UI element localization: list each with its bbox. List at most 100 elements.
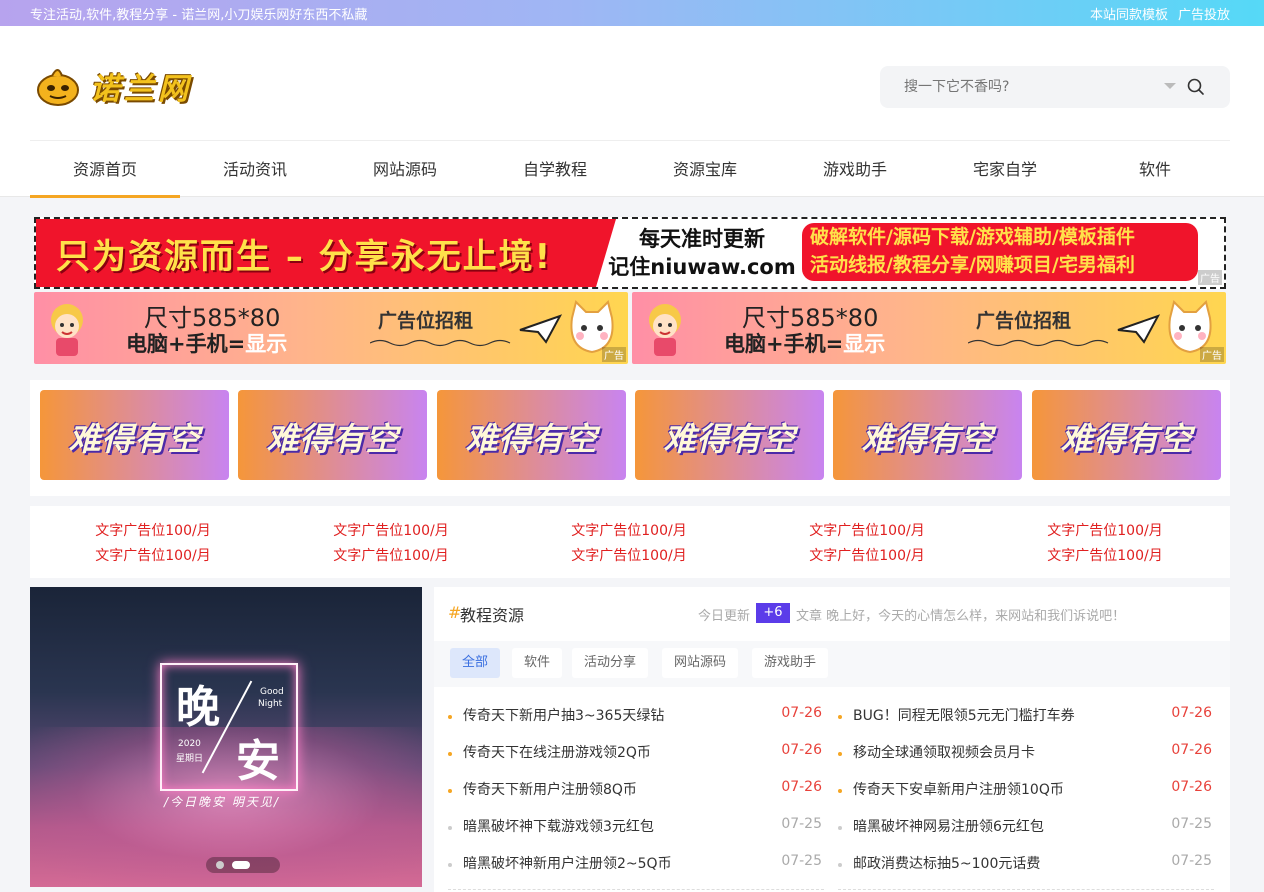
ad-placement-link[interactable]: 广告投放 <box>1178 4 1230 23</box>
post-title[interactable]: 暗黑破坏神新用户注册领2~5Q币 <box>463 853 672 873</box>
ad-tag: 广告 <box>1200 347 1224 362</box>
nav-item-tutorial[interactable]: 自学教程 <box>480 151 630 197</box>
top-ad-banner[interactable]: 只为资源而生 – 分享永无止境! 每天准时更新 记住niuwaw.com 破解软… <box>34 217 1226 289</box>
site-logo[interactable]: 诺兰网 <box>36 62 216 112</box>
post-item[interactable]: 暗黑破坏神下载游戏领3元红包 07-25 <box>448 816 822 852</box>
post-item[interactable]: 传奇天下新用户注册领8Q币 07-26 <box>448 779 822 815</box>
post-title[interactable]: 传奇天下新用户注册领8Q币 <box>463 779 637 799</box>
text-ad-link[interactable]: 文字广告位100/月 <box>34 545 272 565</box>
nav-item-game-helper[interactable]: 游戏助手 <box>780 151 930 197</box>
post-item[interactable]: 暗黑破坏神网易注册领6元红包 07-25 <box>838 816 1212 852</box>
post-date: 07-26 <box>1171 742 1212 758</box>
ad-slot-left[interactable]: 尺寸585*80 电脑+手机=显示 广告位招租 广告 <box>34 292 628 364</box>
text-ad-link[interactable]: 文字广告位100/月 <box>510 520 748 540</box>
nav-item-activity[interactable]: 活动资讯 <box>180 151 330 197</box>
same-template-link[interactable]: 本站同款模板 <box>1090 4 1168 23</box>
site-header: 诺兰网 资源首页 活动资讯 网站源码 自学教程 资源宝库 游戏助手 宅家自学 软… <box>0 26 1264 198</box>
post-title[interactable]: 传奇天下在线注册游戏领2Q币 <box>463 742 651 762</box>
post-item[interactable]: 暗黑破坏神新用户注册领2~5Q币 07-25 <box>448 853 822 889</box>
search-input[interactable] <box>894 66 1164 108</box>
wave-decoration <box>968 339 1109 347</box>
post-title[interactable]: 暗黑破坏神下载游戏领3元红包 <box>463 816 654 836</box>
paper-plane-icon <box>519 314 562 344</box>
main-nav: 资源首页 活动资讯 网站源码 自学教程 资源宝库 游戏助手 宅家自学 软件 <box>30 151 1230 198</box>
ad-tag: 广告 <box>1198 270 1222 285</box>
post-title[interactable]: 邮政消费达标抽5~100元话费 <box>853 853 1040 873</box>
bullet-dot <box>838 715 842 719</box>
banner-red-block: 只为资源而生 – 分享永无止境! <box>36 219 616 287</box>
nav-item-home[interactable]: 资源首页 <box>30 151 180 198</box>
paper-plane-icon <box>1117 314 1160 344</box>
text-ad-link[interactable]: 文字广告位100/月 <box>272 520 510 540</box>
updated-label: 今日更新 <box>698 609 751 624</box>
post-date: 07-25 <box>1171 853 1212 869</box>
post-item[interactable]: 传奇天下新用户抽3~365天绿钻 07-26 <box>448 705 822 741</box>
search-icon[interactable] <box>1186 77 1206 97</box>
search-box <box>880 66 1230 108</box>
post-title[interactable]: BUG！同程无限领5元无门槛打车券 <box>853 705 1075 725</box>
text-ad-link[interactable]: 文字广告位100/月 <box>510 545 748 565</box>
bullet-dot <box>838 863 842 867</box>
image-ad-tile[interactable]: 难得有空 <box>1032 390 1221 480</box>
slider-good: Good <box>260 687 284 697</box>
ad-tag: 广告 <box>602 347 626 362</box>
post-title[interactable]: 传奇天下安卓新用户注册领10Q币 <box>853 779 1064 799</box>
list-divider <box>838 889 1214 890</box>
cartoon-girl-icon <box>51 304 83 356</box>
ad-device-text: 电脑+手机=显示 <box>724 332 886 356</box>
text-ad-link[interactable]: 文字广告位100/月 <box>272 545 510 565</box>
updated-count-badge: +6 <box>756 603 790 623</box>
nav-item-software[interactable]: 软件 <box>1080 151 1230 197</box>
text-ad-link[interactable]: 文字广告位100/月 <box>34 520 272 540</box>
category-tabs: 全部 软件 活动分享 网站源码 游戏助手 <box>434 641 1230 687</box>
post-date: 07-26 <box>781 779 822 795</box>
image-ad-tile[interactable]: 难得有空 <box>238 390 427 480</box>
banner-slogan: 只为资源而生 – 分享永无止境! <box>56 237 553 277</box>
nav-item-home-study[interactable]: 宅家自学 <box>930 151 1080 197</box>
nav-item-source[interactable]: 网站源码 <box>330 151 480 197</box>
nav-divider <box>30 140 1230 141</box>
ad-rent-text: 广告位招租 <box>976 310 1072 332</box>
ad-slot-right[interactable]: 尺寸585*80 电脑+手机=显示 广告位招租 广告 <box>632 292 1226 364</box>
post-date: 07-25 <box>781 816 822 832</box>
bullet-dot <box>448 752 452 756</box>
text-ad-link[interactable]: 文字广告位100/月 <box>986 520 1224 540</box>
post-item[interactable]: 移动全球通领取视频会员月卡 07-26 <box>838 742 1212 778</box>
slider-char-wan: 晚 <box>176 682 220 733</box>
banner-categories-1: 破解软件/源码下载/游戏辅助/模板插件 <box>810 226 1135 248</box>
slider-dot[interactable] <box>216 861 224 869</box>
post-title[interactable]: 暗黑破坏神网易注册领6元红包 <box>853 816 1044 836</box>
post-date: 07-26 <box>781 705 822 721</box>
bullet-dot <box>448 863 452 867</box>
nav-item-treasure[interactable]: 资源宝库 <box>630 151 780 197</box>
post-title[interactable]: 传奇天下新用户抽3~365天绿钻 <box>463 705 664 725</box>
post-item[interactable]: 传奇天下安卓新用户注册领10Q币 07-26 <box>838 779 1212 815</box>
tab-all[interactable]: 全部 <box>450 648 501 678</box>
top-bar: 专注活动,软件,教程分享 - 诺兰网,小刀娱乐网好东西不私藏 本站同款模板 广告… <box>0 0 1264 26</box>
tab-website-source[interactable]: 网站源码 <box>662 648 739 678</box>
image-ad-tile[interactable]: 难得有空 <box>833 390 1022 480</box>
text-ad-link[interactable]: 文字广告位100/月 <box>986 545 1224 565</box>
slider-year: 2020 <box>178 739 201 749</box>
bullet-dot <box>838 752 842 756</box>
image-ad-tile[interactable]: 难得有空 <box>437 390 626 480</box>
post-date: 07-26 <box>1171 779 1212 795</box>
tab-software[interactable]: 软件 <box>512 648 563 678</box>
post-date: 07-25 <box>1171 816 1212 832</box>
text-ad-link[interactable]: 文字广告位100/月 <box>748 545 986 565</box>
post-item[interactable]: 邮政消费达标抽5~100元话费 07-25 <box>838 853 1212 889</box>
slider-dot-active[interactable] <box>232 861 250 869</box>
post-item[interactable]: BUG！同程无限领5元无门槛打车券 07-26 <box>838 705 1212 741</box>
post-title[interactable]: 移动全球通领取视频会员月卡 <box>853 742 1035 762</box>
tab-activity-share[interactable]: 活动分享 <box>572 648 649 678</box>
post-item[interactable]: 传奇天下在线注册游戏领2Q币 07-26 <box>448 742 822 778</box>
banner-update-line: 每天准时更新 <box>639 227 765 251</box>
slider-night: Night <box>258 699 283 709</box>
featured-slider[interactable]: 晚 安 Good Night 2020 星期日 /今日晚安 明天见/ <box>30 587 422 887</box>
image-ad-tile[interactable]: 难得有空 <box>635 390 824 480</box>
chevron-down-icon[interactable] <box>1164 83 1176 89</box>
bullet-dot <box>838 789 842 793</box>
tab-game-helper[interactable]: 游戏助手 <box>752 648 829 678</box>
image-ad-tile[interactable]: 难得有空 <box>40 390 229 480</box>
text-ad-link[interactable]: 文字广告位100/月 <box>748 520 986 540</box>
